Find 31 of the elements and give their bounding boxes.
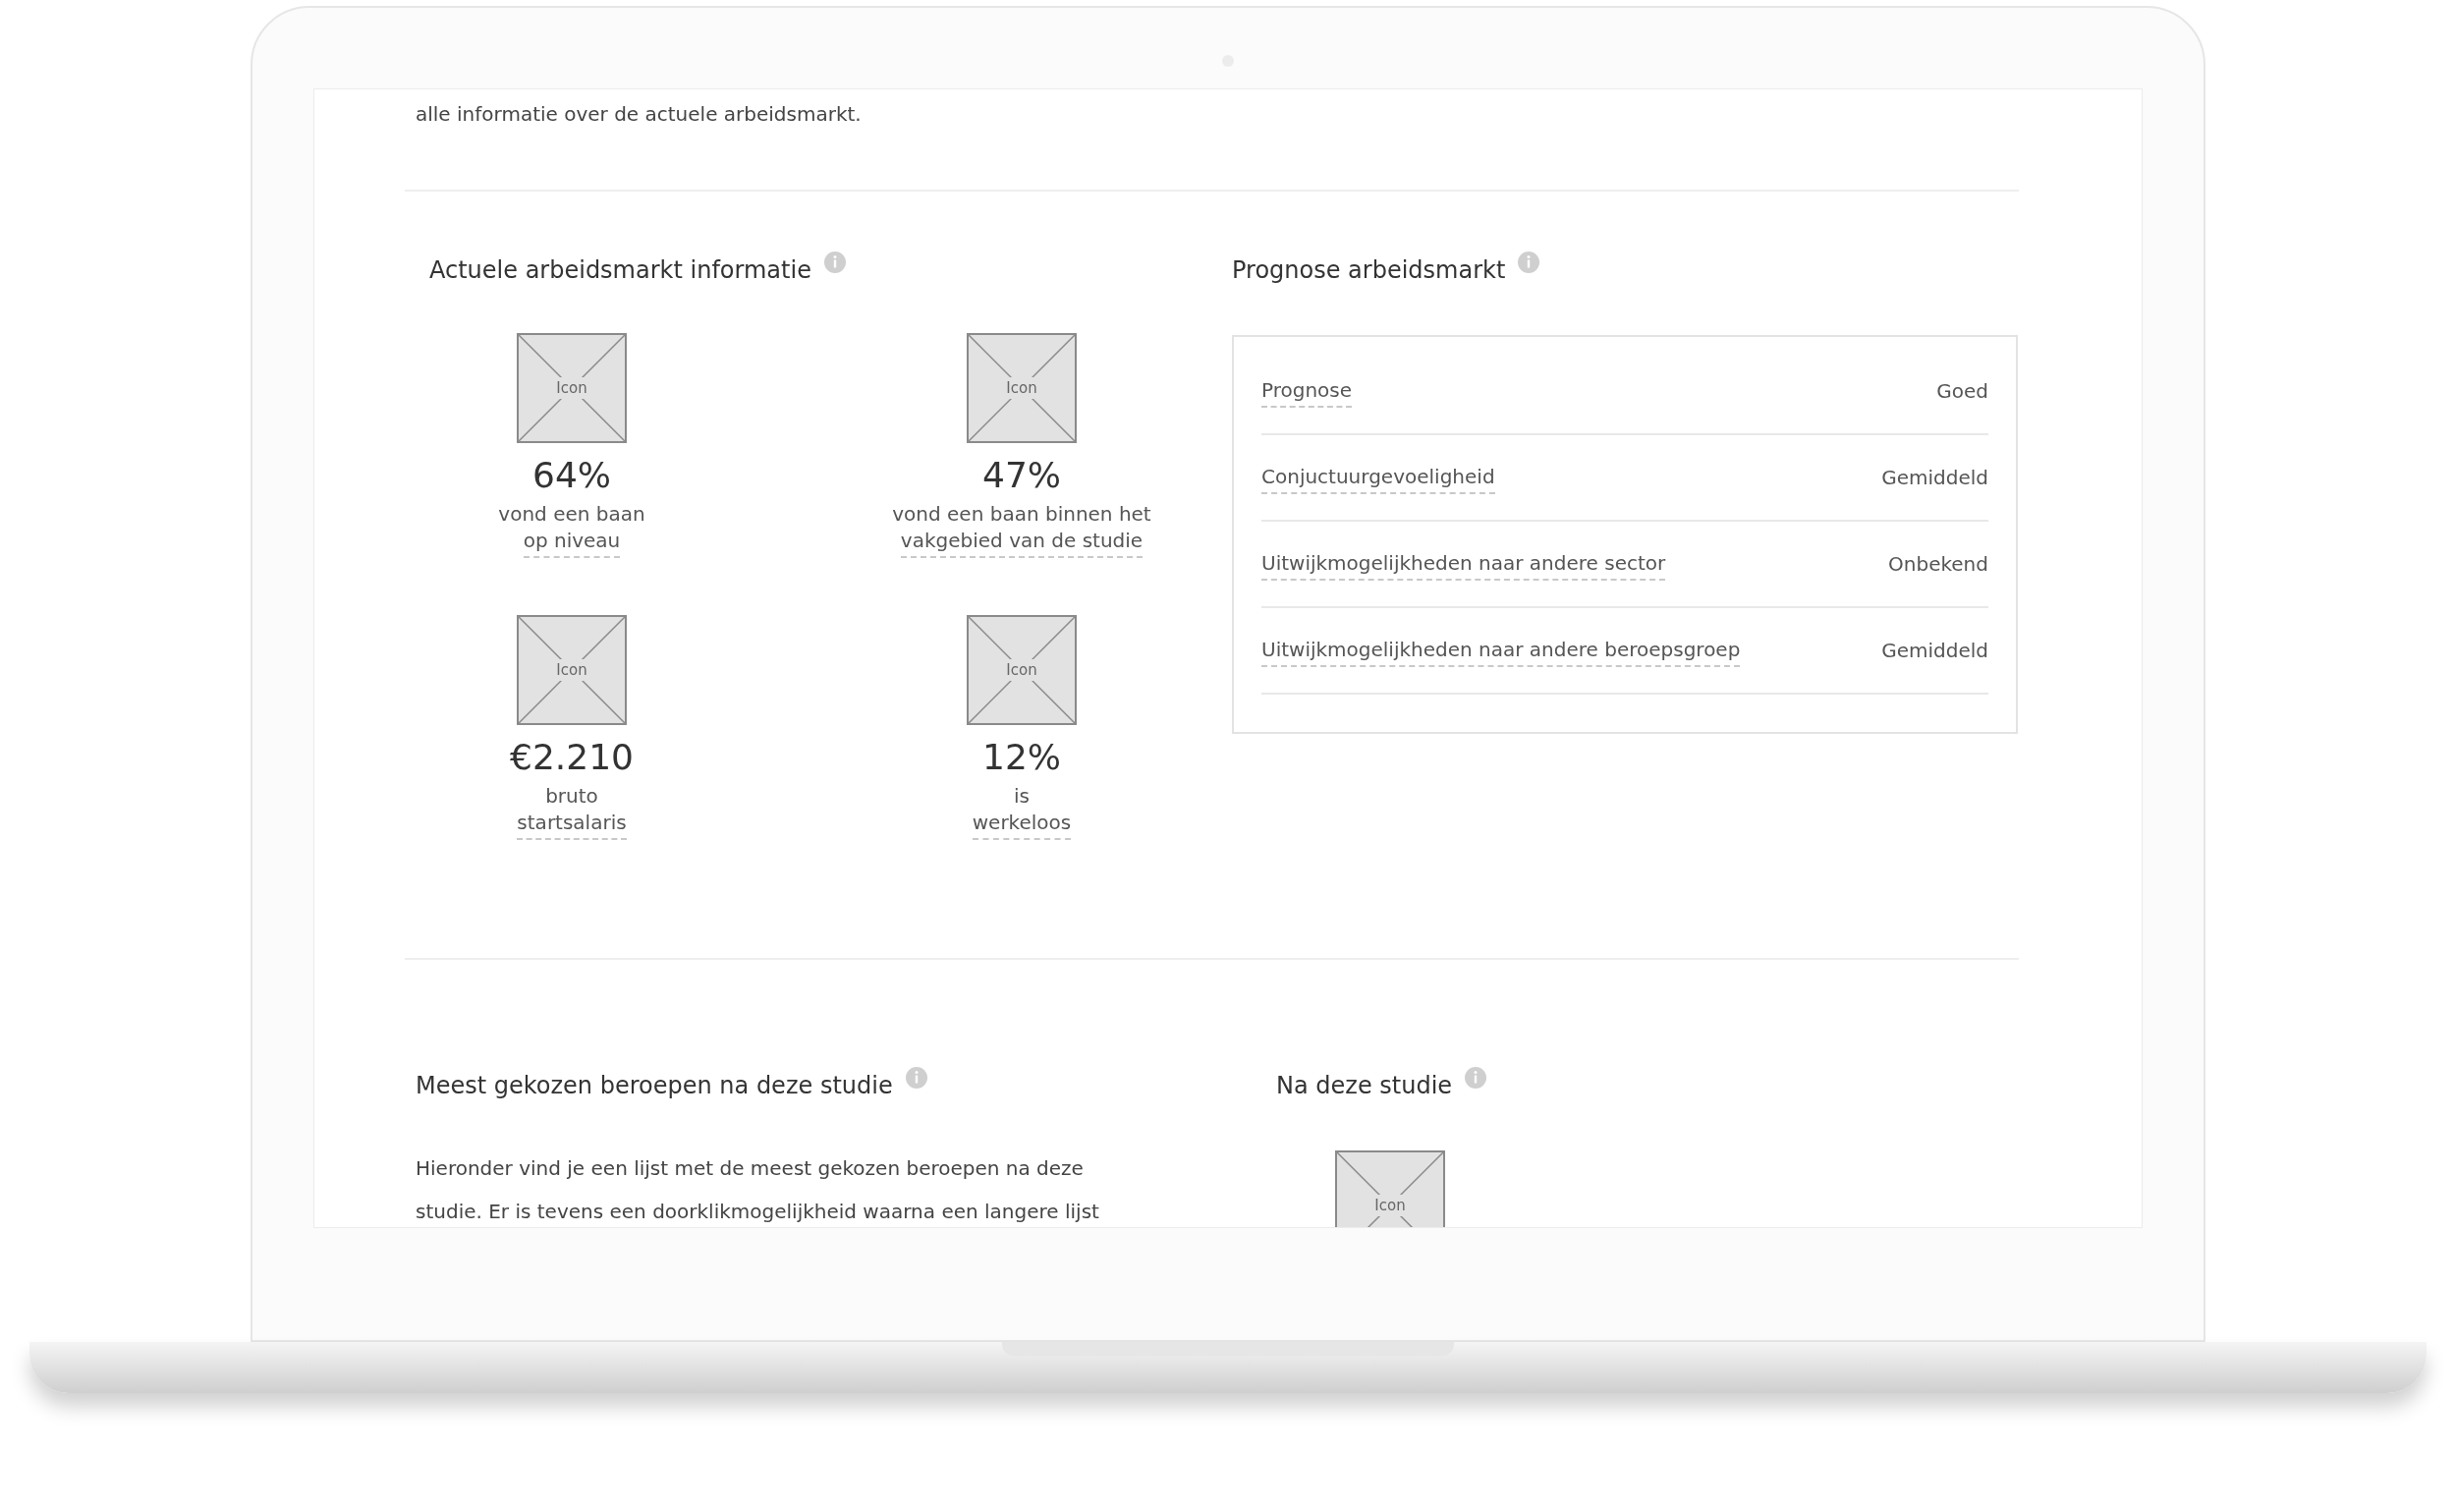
stat-value: 12%	[982, 736, 1061, 779]
stat-description: vond een baan binnen het	[892, 501, 1151, 528]
info-icon[interactable]	[822, 251, 847, 274]
forecast-term[interactable]: Prognose	[1261, 374, 1353, 408]
forecast-value: Gemiddeld	[1881, 638, 1988, 664]
stat-description: is	[1014, 783, 1030, 810]
stat-value: €2.210	[510, 736, 634, 779]
info-icon[interactable]	[1517, 251, 1541, 274]
paragraph-line: studie. Er is tevens een doorklikmogelijkheid waarna een langere lijst	[416, 1199, 1100, 1225]
forecast-term[interactable]: Uitwijkmogelijkheden naar andere sector	[1261, 547, 1666, 581]
forecast-term[interactable]: Uitwijkmogelijkheden naar andere beroepsgroep	[1261, 634, 1741, 667]
section-heading: Prognose arbeidsmarkt	[1232, 255, 1506, 286]
section-heading: Actuele arbeidsmarkt informatie	[429, 255, 811, 286]
stat-term[interactable]: vakgebied van de studie	[900, 528, 1144, 558]
stat-term[interactable]: startsalaris	[517, 810, 627, 840]
stat-description: vond een baan	[498, 501, 645, 528]
info-icon[interactable]	[904, 1066, 928, 1090]
forecast-term[interactable]: Conjuctuurgevoeligheid	[1261, 461, 1495, 494]
stat-term[interactable]: op niveau	[523, 528, 621, 558]
section-heading: Meest gekozen beroepen na deze studie	[416, 1071, 893, 1101]
forecast-value: Goed	[1936, 378, 1988, 405]
stat-value: 47%	[982, 454, 1061, 497]
forecast-value: Gemiddeld	[1881, 465, 1988, 491]
intro-text: alle informatie over de actuele arbeidsmarkt.	[416, 101, 863, 128]
stat-term[interactable]: werkeloos	[972, 810, 1072, 840]
info-icon[interactable]	[1464, 1066, 1488, 1090]
section-heading: Na deze studie	[1276, 1071, 1453, 1101]
paragraph-line: Hieronder vind je een lijst met de meest gekozen beroepen na deze	[416, 1155, 1085, 1182]
stat-description: bruto	[545, 783, 598, 810]
stat-value: 64%	[532, 454, 611, 497]
forecast-value: Onbekend	[1888, 551, 1988, 578]
